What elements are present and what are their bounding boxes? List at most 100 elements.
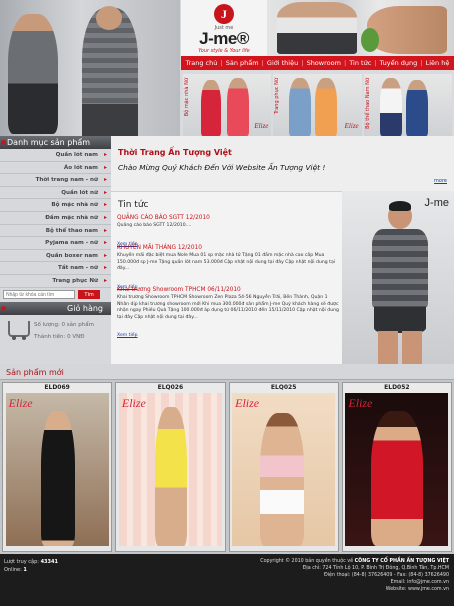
header: J Just me J-me® Your style & Your life T…: [0, 0, 454, 136]
model-figure: [371, 411, 424, 546]
product-grid: ELD069 Elize ELQ026 Elize ELQ025 Elize E…: [0, 380, 454, 554]
category-item[interactable]: Quần lót nam: [0, 149, 111, 162]
email-link[interactable]: info@jme.com.vn: [407, 580, 449, 585]
search-button[interactable]: Tìm: [78, 290, 100, 300]
hero-image-left: [0, 0, 180, 136]
main-content: Thời Trang Ấn Tượng Việt Chào Mừng Quý K…: [111, 136, 454, 364]
news-item: QUẢNG CÁO BÁO SGTT 12/2010 Quảng cáo báo…: [117, 215, 339, 249]
banner-panel[interactable]: Trang phục Nữ Elize: [273, 74, 362, 136]
category-item[interactable]: Thời trang nam - nữ: [0, 174, 111, 187]
read-more-link[interactable]: Xem tiếp: [117, 333, 138, 338]
banner-panel[interactable]: Bộ thể thao Nam Nữ: [363, 74, 452, 136]
category-item[interactable]: Quần boxer nam: [0, 250, 111, 263]
company-address: Địa chỉ: 724 Tỉnh Lộ 10, P. Bình Trị Đôn…: [302, 566, 449, 571]
news-item-body: Khuyến mãi đặc biệt mua Nole Mua 01 sp m…: [117, 253, 336, 272]
website-link[interactable]: www.jme.com.vn: [408, 587, 449, 592]
news-item: KHUYẾN MÃI THÁNG 12/2010 Khuyến mãi đặc …: [117, 245, 339, 292]
news-item: Khai trương Showroom TPHCM 06/11/2010 Kh…: [117, 287, 339, 340]
cart-quantity: Số lượng: 0 sản phẩm: [34, 321, 94, 328]
elize-watermark: Elize: [348, 396, 373, 410]
new-products-title: Sản phẩm mới: [0, 364, 454, 380]
nav-contact[interactable]: Liên hệ: [426, 59, 450, 67]
model-figure: [315, 78, 338, 136]
company-phone: Điện thoại: (84-8) 37626409 - Fax: (84-8…: [324, 573, 449, 578]
news-item-title[interactable]: QUẢNG CÁO BÁO SGTT 12/2010: [117, 215, 339, 221]
model-figure: [82, 6, 138, 136]
model-figure: [40, 411, 75, 546]
visits-label: Lượt truy cập:: [4, 559, 39, 565]
news-item-body: Khai trương Showroom TPHCM Showroom Zen …: [117, 295, 339, 320]
nav-news[interactable]: Tin tức: [349, 59, 371, 67]
product-image[interactable]: Elize: [345, 393, 449, 546]
category-item[interactable]: Pyjama nam - nữ: [0, 237, 111, 250]
search-input[interactable]: [3, 290, 75, 300]
welcome-title: Thời Trang Ấn Tượng Việt: [118, 148, 232, 157]
promo-banner[interactable]: J-me: [342, 191, 454, 364]
product-card[interactable]: ELQ026 Elize: [115, 382, 226, 552]
category-item[interactable]: Tất nam - nữ: [0, 262, 111, 275]
visits-count: 43341: [40, 559, 58, 565]
banner-panel-label: Bộ mặc nhà Nữ: [184, 78, 190, 117]
product-code: ELQ026: [116, 383, 225, 393]
category-item[interactable]: Đầm mặc nhà nữ: [0, 212, 111, 225]
more-link[interactable]: more: [434, 178, 447, 184]
news-heading: Tin tức: [118, 200, 149, 210]
cart-total: Thành tiền: 0 VNĐ: [34, 333, 85, 340]
cart-title: Giỏ hàng: [0, 301, 111, 315]
sidebar: Danh mục sản phẩm Quần lót nam Áo lót na…: [0, 136, 111, 364]
category-item[interactable]: Quần lót nữ: [0, 187, 111, 200]
model-figure: [405, 80, 428, 136]
nav-about[interactable]: Giới thiệu: [267, 59, 298, 67]
category-item[interactable]: Áo lót nam: [0, 162, 111, 175]
logo-slogan: Your style & Your life: [198, 48, 250, 54]
site-logo[interactable]: J Just me J-me® Your style & Your life: [181, 0, 267, 56]
copyright-block: Copyright © 2010 bản quyền thuộc về CÔNG…: [189, 558, 449, 593]
banner-panel-label: Bộ thể thao Nam Nữ: [364, 78, 371, 129]
model-figure: [289, 78, 312, 136]
visit-counter: Lượt truy cập: 43341 Online: 1: [4, 558, 58, 574]
welcome-message: Chào Mừng Quý Khách Đến Với Website Ấn T…: [118, 163, 326, 172]
news-item-title[interactable]: KHUYẾN MÃI THÁNG 12/2010: [117, 245, 339, 251]
nav-jobs[interactable]: Tuyển dụng: [380, 59, 418, 67]
model-figure: [8, 14, 58, 134]
category-item[interactable]: Bộ mặc nhà nữ: [0, 199, 111, 212]
product-image[interactable]: Elize: [5, 393, 109, 546]
cart-summary[interactable]: Số lượng: 0 sản phẩm Thành tiền: 0 VNĐ: [0, 315, 111, 355]
logo-mark: J: [214, 4, 234, 24]
product-card[interactable]: ELD052 Elize: [341, 382, 452, 552]
product-card[interactable]: ELD069 Elize: [2, 382, 113, 552]
model-figure: [277, 2, 357, 54]
banner-panel[interactable]: Bộ mặc nhà Nữ Elize: [183, 74, 272, 136]
shopping-cart-icon: [8, 320, 30, 340]
model-figure: [379, 78, 402, 136]
email-label: Email:: [390, 580, 406, 585]
nav-products[interactable]: Sản phẩm: [226, 59, 259, 67]
banner-panel-label: Trang phục Nữ: [274, 78, 281, 115]
copyright-text: Copyright © 2010 bản quyền thuộc về: [260, 559, 354, 564]
product-code: ELQ025: [229, 383, 338, 393]
product-card[interactable]: ELQ025 Elize: [228, 382, 339, 552]
page: J Just me J-me® Your style & Your life T…: [0, 0, 454, 606]
product-code: ELD069: [3, 383, 112, 393]
main-nav: Trang chủ | Sản phẩm | Giới thiệu | Showroo…: [181, 56, 454, 70]
hero-image-top: [267, 0, 454, 56]
model-figure: [368, 201, 432, 364]
elize-watermark: Elize: [254, 122, 269, 130]
elize-watermark: Elize: [235, 396, 260, 410]
online-count: 1: [23, 567, 27, 573]
nav-showroom[interactable]: Showroom: [307, 59, 341, 67]
product-image[interactable]: Elize: [118, 393, 222, 546]
news-item-title[interactable]: Khai trương Showroom TPHCM 06/11/2010: [117, 287, 339, 293]
category-item[interactable]: Trang phục Nữ: [0, 275, 111, 288]
model-figure: [260, 413, 305, 546]
model-figure: [227, 78, 249, 136]
logo-name: J-me®: [199, 29, 249, 48]
elize-watermark: Elize: [121, 396, 146, 410]
footer: Lượt truy cập: 43341 Online: 1 Copyright…: [0, 554, 454, 606]
new-products: Sản phẩm mới ELD069 Elize ELQ026 Elize E…: [0, 364, 454, 554]
category-item[interactable]: Bộ thể thao nam: [0, 225, 111, 238]
website-label: Website:: [385, 587, 407, 592]
elize-watermark: Elize: [344, 122, 359, 130]
nav-home[interactable]: Trang chủ: [186, 59, 218, 67]
product-image[interactable]: Elize: [232, 393, 336, 546]
